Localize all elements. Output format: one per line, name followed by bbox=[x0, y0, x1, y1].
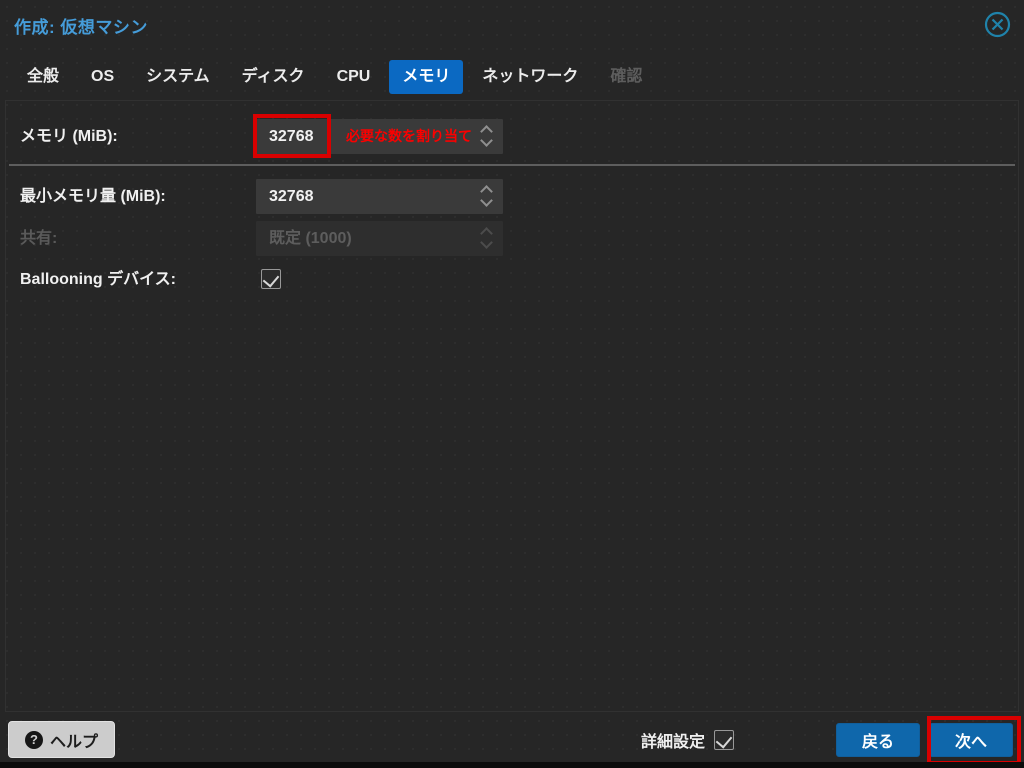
tab-confirm: 確認 bbox=[610, 67, 643, 85]
tab-system[interactable]: システム bbox=[133, 60, 223, 94]
advanced-settings: 詳細設定 bbox=[641, 721, 734, 758]
back-button[interactable]: 戻る bbox=[836, 723, 920, 757]
tab-network[interactable]: ネットワーク bbox=[469, 60, 591, 94]
next-button-wrap: 次へ bbox=[927, 716, 1021, 765]
stepper-down-icon[interactable] bbox=[480, 134, 493, 147]
shares-input: 既定 (1000) bbox=[256, 221, 503, 256]
advanced-label: 詳細設定 bbox=[640, 733, 705, 751]
section-divider bbox=[9, 164, 1015, 166]
help-button-label: ヘルプ bbox=[50, 733, 99, 751]
shares-row: 共有: 既定 (1000) bbox=[15, 221, 1009, 256]
shares-stepper bbox=[478, 221, 496, 256]
memory-row: メモリ (MiB): 32768 必要な数を割り当て bbox=[15, 114, 1009, 158]
min-memory-row: 最小メモリ量 (MiB): 32768 bbox=[15, 179, 1009, 214]
memory-form-panel: メモリ (MiB): 32768 必要な数を割り当て 最小メモリ量 (MiB):… bbox=[5, 100, 1019, 712]
memory-validation-message: 必要な数を割り当て bbox=[346, 128, 472, 144]
memory-input[interactable]: 32768 必要な数を割り当て bbox=[253, 114, 503, 158]
tab-os[interactable]: OS bbox=[78, 60, 127, 94]
min-memory-value[interactable]: 32768 bbox=[269, 179, 314, 214]
dialog-header: 作成: 仮想マシン bbox=[0, 0, 1024, 52]
dialog-title: 作成: 仮想マシン bbox=[14, 18, 148, 37]
tab-memory[interactable]: メモリ bbox=[389, 59, 464, 94]
advanced-checkbox[interactable] bbox=[714, 729, 734, 750]
tab-disks[interactable]: ディスク bbox=[229, 60, 318, 94]
wizard-tabbar: 全般 OS システム ディスク CPU メモリ ネットワーク 確認 bbox=[14, 59, 1010, 94]
min-memory-input[interactable]: 32768 bbox=[256, 179, 503, 214]
memory-label: メモリ (MiB): bbox=[20, 128, 118, 145]
help-button[interactable]: ? ヘルプ bbox=[8, 721, 116, 758]
create-vm-dialog: 作成: 仮想マシン 全般 OS システム ディスク CPU メモリ ネットワーク… bbox=[0, 0, 1024, 768]
tab-cpu[interactable]: CPU bbox=[324, 60, 384, 94]
stepper-down-icon[interactable] bbox=[480, 194, 493, 207]
shares-value: 既定 (1000) bbox=[269, 230, 352, 247]
dialog-footer: ? ヘルプ 詳細設定 戻る 次へ bbox=[0, 712, 1024, 765]
red-highlight-next-button bbox=[927, 716, 1021, 765]
min-memory-stepper[interactable] bbox=[478, 179, 496, 214]
ballooning-label: Ballooning デバイス: bbox=[20, 271, 176, 288]
help-icon: ? bbox=[25, 730, 43, 749]
bottom-edge bbox=[0, 762, 1024, 768]
memory-stepper[interactable] bbox=[478, 119, 496, 154]
shares-label: 共有: bbox=[20, 230, 58, 247]
tab-general[interactable]: 全般 bbox=[14, 60, 72, 94]
ballooning-checkbox[interactable] bbox=[261, 269, 281, 289]
red-highlight-memory-value bbox=[253, 114, 331, 158]
close-icon[interactable] bbox=[984, 11, 1011, 38]
stepper-down-icon bbox=[480, 236, 493, 249]
ballooning-row: Ballooning デバイス: bbox=[15, 262, 1009, 297]
min-memory-label: 最小メモリ量 (MiB): bbox=[20, 188, 166, 205]
